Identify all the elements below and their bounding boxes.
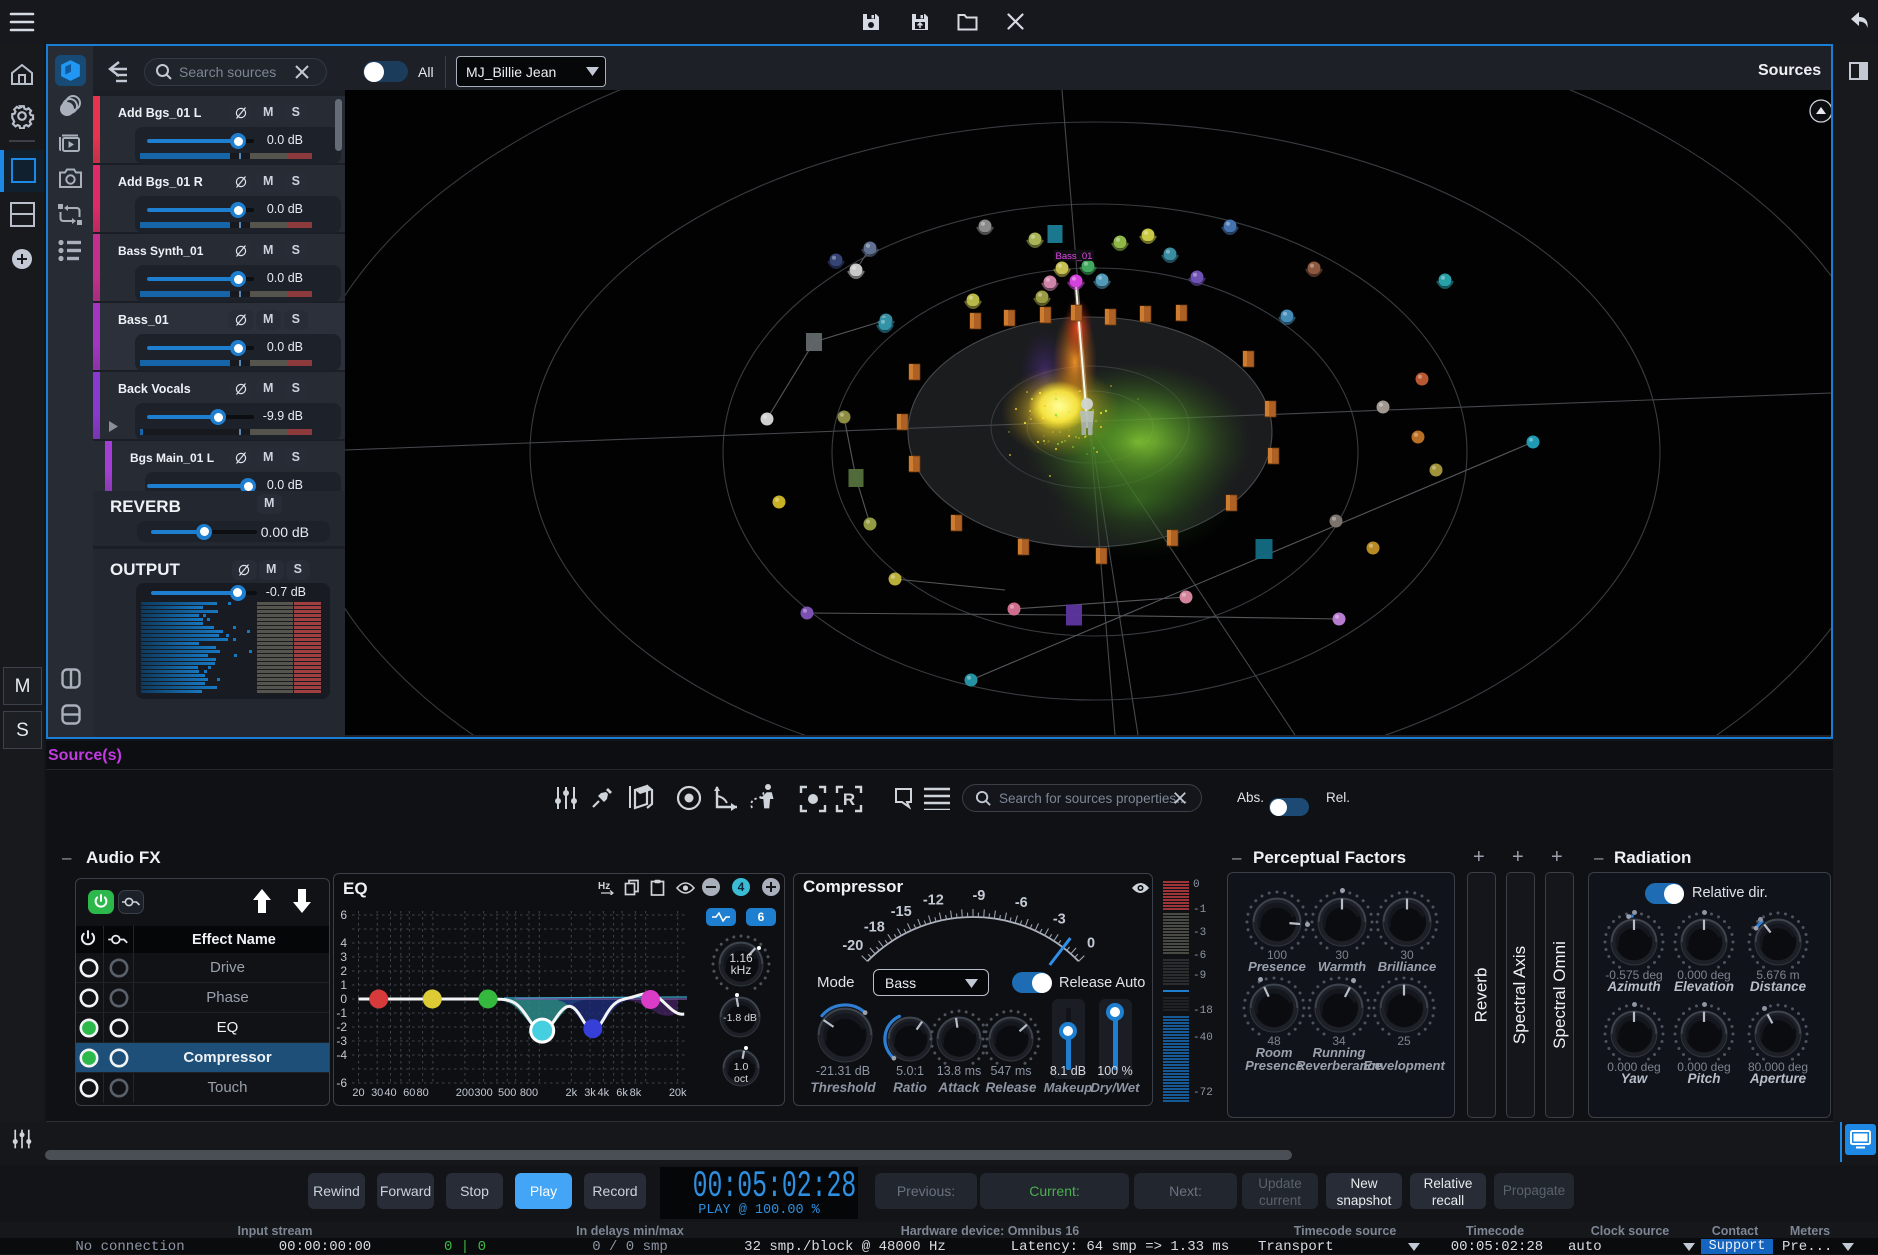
svg-text:300: 300 — [474, 1087, 492, 1099]
svg-text:20k: 20k — [669, 1087, 687, 1099]
svg-text:3: 3 — [340, 950, 347, 964]
svg-text:kHz: kHz — [730, 963, 751, 977]
svg-text:800: 800 — [520, 1087, 538, 1099]
svg-text:20: 20 — [352, 1087, 364, 1099]
svg-text:-1: -1 — [336, 1006, 347, 1020]
svg-text:-9: -9 — [972, 888, 985, 904]
svg-text:-20: -20 — [842, 938, 863, 954]
svg-text:500: 500 — [498, 1087, 516, 1099]
svg-text:-6: -6 — [1015, 895, 1028, 911]
svg-text:30: 30 — [371, 1087, 383, 1099]
svg-text:0: 0 — [1087, 936, 1095, 952]
svg-text:40: 40 — [384, 1087, 396, 1099]
svg-text:6k: 6k — [616, 1087, 628, 1099]
svg-text:4k: 4k — [597, 1087, 609, 1099]
svg-text:R: R — [843, 790, 855, 809]
svg-text:1: 1 — [340, 978, 347, 992]
svg-text:3k: 3k — [584, 1087, 596, 1099]
svg-text:80: 80 — [416, 1087, 428, 1099]
svg-text:-18: -18 — [864, 920, 885, 936]
svg-text:-2: -2 — [336, 1020, 347, 1034]
svg-text:-4: -4 — [336, 1048, 347, 1062]
svg-text:2k: 2k — [565, 1087, 577, 1099]
svg-text:-3: -3 — [336, 1034, 347, 1048]
svg-text:60: 60 — [403, 1087, 415, 1099]
svg-text:-6: -6 — [336, 1076, 347, 1090]
svg-text:-15: -15 — [891, 904, 912, 920]
svg-text:200: 200 — [456, 1087, 474, 1099]
svg-text:Bass_01: Bass_01 — [1056, 251, 1093, 262]
svg-text:4: 4 — [340, 936, 347, 950]
svg-text:8k: 8k — [630, 1087, 642, 1099]
svg-text:6: 6 — [340, 908, 347, 922]
svg-text:-1.8 dB: -1.8 dB — [723, 1012, 757, 1024]
svg-text:-3: -3 — [1053, 912, 1066, 928]
svg-text:-12: -12 — [923, 893, 944, 909]
svg-text:2: 2 — [340, 964, 347, 978]
svg-text:0: 0 — [340, 992, 347, 1006]
